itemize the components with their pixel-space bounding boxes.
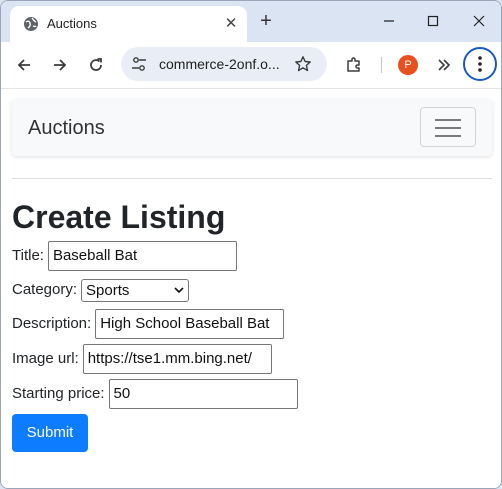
image-url-input[interactable]: https://tse1.mm.bing.net/ — [82, 344, 272, 374]
profile-avatar[interactable]: P — [398, 55, 418, 75]
submit-button[interactable]: Submit — [12, 414, 88, 452]
starting-price-row: Starting price: 50 — [12, 379, 298, 409]
toolbar-divider — [381, 57, 382, 73]
forward-arrow-icon[interactable] — [48, 53, 72, 77]
image-url-label: Image url: — [12, 350, 79, 367]
new-tab-button[interactable]: + — [255, 11, 277, 33]
extensions-icon[interactable] — [342, 53, 366, 77]
starting-price-input[interactable]: 50 — [108, 379, 298, 409]
tab-close-icon[interactable]: ✕ — [221, 14, 241, 34]
chevron-down-icon — [174, 287, 184, 293]
title-row: Title: Baseball Bat — [12, 241, 237, 271]
window-close-icon[interactable] — [465, 10, 493, 32]
navbar-brand[interactable]: Auctions — [28, 116, 105, 140]
tab-title: Auctions — [47, 16, 97, 31]
navbar-toggler-button[interactable] — [420, 107, 476, 147]
category-label: Category: — [12, 281, 78, 298]
page-title: Create Listing — [12, 199, 226, 235]
tab-strip: Auctions ✕ + — [1, 1, 501, 42]
page-content: Auctions Create Listing Title: Baseball … — [1, 88, 501, 488]
globe-icon — [24, 17, 38, 31]
chevron-double-right-icon[interactable] — [432, 53, 456, 77]
more-vertical-icon — [478, 56, 482, 72]
category-selected-value: Sports — [86, 281, 130, 299]
starting-price-label: Starting price: — [12, 385, 105, 402]
hamburger-icon-line — [435, 135, 461, 137]
category-row: Category: Sports — [12, 275, 190, 305]
category-select[interactable]: Sports — [81, 278, 190, 302]
image-url-row: Image url: https://tse1.mm.bing.net/ — [12, 344, 272, 374]
minimize-icon[interactable] — [375, 10, 403, 32]
browser-toolbar: commerce-2onf.o... P — [1, 42, 501, 88]
description-label: Description: — [12, 315, 92, 332]
maximize-icon[interactable] — [419, 10, 447, 32]
tab-auctions[interactable]: Auctions ✕ — [10, 6, 247, 42]
back-arrow-icon[interactable] — [12, 53, 36, 77]
divider — [12, 178, 492, 179]
url-text: commerce-2onf.o... — [159, 56, 280, 72]
bookmark-star-icon[interactable] — [294, 55, 312, 73]
browser-menu-button[interactable] — [463, 47, 497, 81]
site-settings-icon[interactable] — [131, 56, 147, 72]
description-input[interactable]: High School Baseball Bat — [95, 309, 285, 339]
description-row: Description: High School Baseball Bat — [12, 309, 285, 339]
title-label: Title: — [12, 247, 44, 264]
hamburger-icon-line — [435, 119, 461, 121]
browser-window: Auctions ✕ + commerce-2onf.o... P Auctio… — [0, 0, 502, 489]
site-navbar: Auctions — [12, 99, 492, 156]
address-bar[interactable]: commerce-2onf.o... — [121, 47, 327, 81]
reload-icon[interactable] — [84, 53, 108, 77]
title-input[interactable]: Baseball Bat — [47, 241, 237, 271]
hamburger-icon-line — [435, 127, 461, 129]
